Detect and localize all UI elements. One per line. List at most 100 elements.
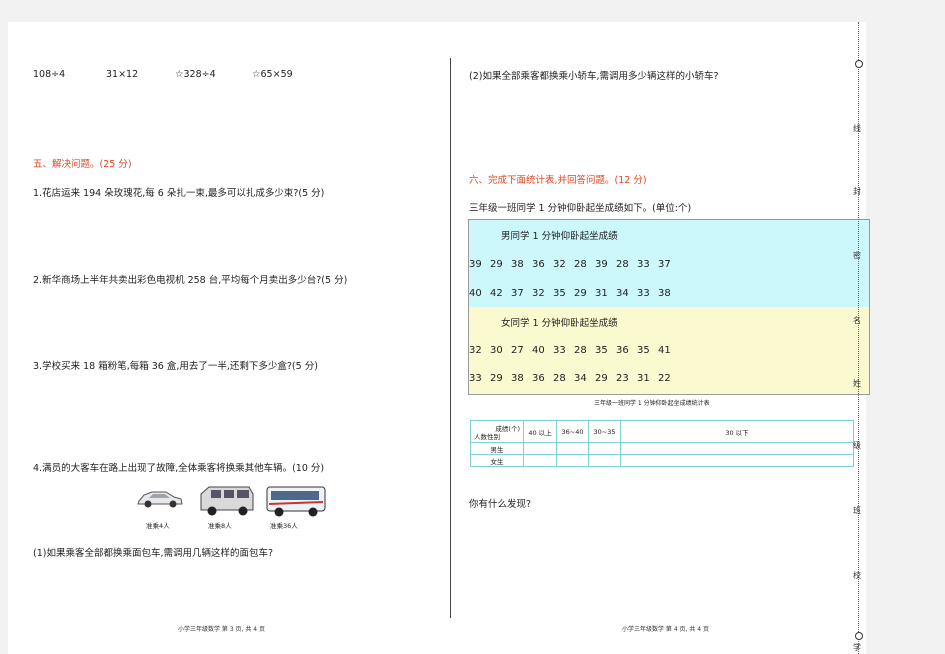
value: 39 (595, 259, 608, 270)
value: 36 (616, 345, 629, 356)
binding-char: 封 (853, 187, 861, 196)
value: 37 (511, 288, 524, 299)
calc-3: ☆328÷4 (175, 69, 216, 80)
calc-1: 108÷4 (33, 69, 66, 80)
binding-char: 学 (853, 643, 861, 652)
value: 40 (532, 345, 545, 356)
question-3: 3.学校买来 18 箱粉笔,每箱 36 盒,用去了一半,还剩下多少盒?(5 分) (33, 361, 318, 372)
value: 36 (532, 373, 545, 384)
value: 28 (616, 259, 629, 270)
value: 27 (511, 345, 524, 356)
girls-row-2: 33 29 38 36 28 34 29 23 31 22 (469, 373, 679, 384)
cell-input[interactable] (556, 442, 589, 455)
stat-table-corner: 成绩(个) 人数性别 (470, 420, 524, 443)
question-4-1: (1)如果乘客全部都换乘面包车,需调用几辆这样的面包车? (33, 548, 274, 559)
car-image (136, 486, 184, 510)
value: 32 (469, 345, 482, 356)
girls-row-1: 32 30 27 40 33 28 35 36 35 41 (469, 345, 679, 356)
binding-hole (855, 60, 863, 68)
boys-data-band: 男同学 1 分钟仰卧起坐成绩 39 29 38 36 32 28 39 28 33 37 40 42… (469, 220, 869, 307)
corner-bottom-label: 人数性别 (474, 433, 500, 441)
discovery-question: 你有什么发现? (469, 499, 532, 510)
value: 31 (637, 373, 650, 384)
raw-data-box: 男同学 1 分钟仰卧起坐成绩 39 29 38 36 32 28 39 28 33 37 40 42… (468, 219, 870, 395)
value: 29 (574, 288, 587, 299)
stat-table-title: 三年级一班同学 1 分钟仰卧起坐成绩统计表 (594, 400, 710, 407)
section-6-title: 六、完成下面统计表,并回答问题。(12 分) (469, 175, 647, 186)
value: 33 (637, 288, 650, 299)
question-2: 2.新华商场上半年共卖出彩色电视机 258 台,平均每个月卖出多少台?(5 分) (33, 275, 348, 286)
value: 29 (490, 259, 503, 270)
binding-strip (858, 22, 869, 654)
value: 37 (658, 259, 671, 270)
footer-page-4: 小学三年级数学 第 4 页, 共 4 页 (622, 626, 709, 633)
stat-table: 成绩(个) 人数性别 40 以上 36~40 30~35 30 以下 男生 女生 (470, 420, 854, 467)
value: 36 (532, 259, 545, 270)
cell-input[interactable] (620, 454, 854, 467)
girls-data-band: 女同学 1 分钟仰卧起坐成绩 32 30 27 40 33 28 35 36 35 41 33 29… (469, 307, 869, 394)
cell-input[interactable] (523, 442, 557, 455)
binding-hole (855, 632, 863, 640)
section-5-title: 五、解决问题。(25 分) (33, 159, 132, 170)
value: 42 (490, 288, 503, 299)
value: 39 (469, 259, 482, 270)
column-divider (450, 58, 451, 618)
data-intro: 三年级一班同学 1 分钟仰卧起坐成绩如下。(单位:个) (469, 203, 692, 214)
value: 28 (574, 345, 587, 356)
cell-input[interactable] (588, 442, 621, 455)
question-4: 4.满员的大客车在路上出现了故障,全体乘客将换乘其他车辆。(10 分) (33, 463, 325, 474)
van-image (197, 484, 255, 518)
value: 40 (469, 288, 482, 299)
question-4-2: (2)如果全部乘客都换乘小轿车,需调用多少辆这样的小轿车? (469, 71, 719, 82)
binding-char: 密 (853, 251, 861, 260)
row-label-girls: 女生 (470, 454, 524, 467)
boys-title: 男同学 1 分钟仰卧起坐成绩 (501, 231, 618, 242)
value: 34 (574, 373, 587, 384)
binding-char: 线 (853, 124, 861, 133)
value: 33 (469, 373, 482, 384)
header-30-35: 30~35 (588, 420, 621, 443)
binding-char: 班 (853, 506, 861, 515)
value: 31 (595, 288, 608, 299)
value: 32 (532, 288, 545, 299)
value: 38 (658, 288, 671, 299)
binding-char: 级 (853, 441, 861, 450)
cell-input[interactable] (523, 454, 557, 467)
cell-input[interactable] (588, 454, 621, 467)
value: 38 (511, 373, 524, 384)
bus-capacity-label: 准乘36人 (270, 522, 298, 530)
value: 28 (574, 259, 587, 270)
value: 22 (658, 373, 671, 384)
header-40-above: 40 以上 (523, 420, 557, 443)
binding-char: 姓 (853, 379, 861, 388)
question-1: 1.花店运来 194 朵玫瑰花,每 6 朵扎一束,最多可以扎成多少束?(5 分) (33, 188, 325, 199)
row-label-boys: 男生 (470, 442, 524, 455)
girls-title: 女同学 1 分钟仰卧起坐成绩 (501, 318, 618, 329)
cell-input[interactable] (620, 442, 854, 455)
boys-row-2: 40 42 37 32 35 29 31 34 33 38 (469, 288, 679, 299)
footer-page-3: 小学三年级数学 第 3 页, 共 4 页 (178, 626, 265, 633)
car-capacity-label: 准乘4人 (146, 522, 170, 530)
value: 28 (553, 373, 566, 384)
cell-input[interactable] (556, 454, 589, 467)
van-capacity-label: 准乘8人 (208, 522, 232, 530)
boys-row-1: 39 29 38 36 32 28 39 28 33 37 (469, 259, 679, 270)
binding-char: 名 (853, 316, 861, 325)
value: 33 (637, 259, 650, 270)
value: 38 (511, 259, 524, 270)
calc-4: ☆65×59 (252, 69, 293, 80)
value: 23 (616, 373, 629, 384)
header-36-40: 36~40 (556, 420, 589, 443)
value: 32 (553, 259, 566, 270)
value: 29 (490, 373, 503, 384)
value: 41 (658, 345, 671, 356)
value: 35 (637, 345, 650, 356)
header-30-below: 30 以下 (620, 420, 854, 443)
binding-char: 校 (853, 571, 861, 580)
bus-image (265, 483, 327, 519)
value: 33 (553, 345, 566, 356)
value: 35 (553, 288, 566, 299)
value: 34 (616, 288, 629, 299)
value: 35 (595, 345, 608, 356)
calc-2: 31×12 (106, 69, 139, 80)
